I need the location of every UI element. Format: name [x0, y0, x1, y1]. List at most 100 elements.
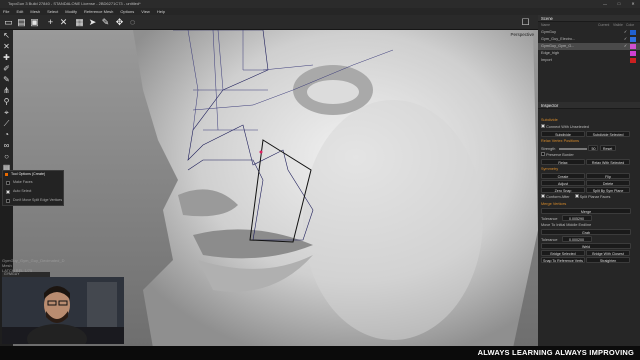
lasso-icon[interactable]: ◌: [127, 17, 138, 28]
grid-icon[interactable]: ▦: [74, 17, 85, 28]
connect-unselected-option[interactable]: Connect With Unselected: [538, 124, 640, 131]
save-icon[interactable]: ▣: [29, 17, 40, 28]
scene-item[interactable]: Gym_Guy_Electro... ✓: [538, 36, 640, 43]
scene-item-selected[interactable]: GymGuy_Gym_G... ✓: [538, 43, 640, 50]
merge-button[interactable]: Merge: [541, 208, 631, 214]
circle-tool-icon[interactable]: ○: [0, 151, 13, 162]
grab-row: Grab: [538, 229, 640, 236]
move-middle-option[interactable]: Middle: [566, 223, 577, 227]
menu-edit[interactable]: Edit: [16, 8, 23, 15]
split-planar-checkbox[interactable]: [574, 194, 579, 198]
pen-tool-icon[interactable]: ✐: [0, 63, 13, 74]
brush-tool-icon[interactable]: ⚲: [0, 96, 13, 107]
menu-options[interactable]: Options: [120, 8, 134, 15]
color-swatch[interactable]: [630, 58, 636, 63]
loop-tool-icon[interactable]: ∞: [0, 140, 13, 151]
menu-select[interactable]: Select: [47, 8, 58, 15]
reset-button[interactable]: Reset: [599, 145, 616, 151]
delete-tool-icon[interactable]: ✕: [0, 41, 13, 52]
scene-item-label: GymGuy_Gym_G...: [541, 44, 575, 48]
adjust-button[interactable]: Adjust: [541, 180, 585, 186]
add-icon[interactable]: +: [45, 17, 56, 28]
menu-view[interactable]: View: [141, 8, 150, 15]
move-initial-option[interactable]: Initial: [556, 223, 565, 227]
tweak-tool-icon[interactable]: ⌖: [0, 107, 13, 118]
grab-button[interactable]: Grab: [541, 229, 631, 235]
relax-selected-button[interactable]: Relax With Selected: [586, 159, 631, 165]
select-tool-icon[interactable]: ↖: [0, 30, 13, 41]
relax-button[interactable]: Relax: [541, 159, 585, 165]
open-icon[interactable]: ▤: [16, 17, 27, 28]
tolerance2-value[interactable]: 0.000200: [561, 236, 592, 242]
scene-item[interactable]: Import: [538, 57, 640, 64]
menu-file[interactable]: File: [3, 8, 9, 15]
menu-mesh[interactable]: Mesh: [30, 8, 40, 15]
visible-check-icon[interactable]: ✓: [624, 36, 627, 43]
color-swatch[interactable]: [630, 37, 636, 42]
auto-select-option[interactable]: Auto Select: [3, 187, 63, 196]
tolerance-row: Tolerance 0.005290: [538, 215, 640, 222]
color-swatch[interactable]: [630, 44, 636, 49]
subdivide-selected-button[interactable]: Subdivide Selected: [586, 131, 631, 137]
snap-reference-button[interactable]: Snap To Reference Verts: [541, 257, 585, 263]
sculpt-tool-icon[interactable]: ◔: [0, 129, 13, 140]
connect-checkbox[interactable]: [541, 124, 545, 128]
title-bar: TopoGun 3 Build 27840 - STANDALONE Licen…: [0, 0, 640, 8]
bridge-selected-button[interactable]: Bridge Selected: [541, 250, 585, 256]
close-x-icon[interactable]: ✕: [58, 17, 69, 28]
tolerance-value[interactable]: 0.005290: [561, 215, 592, 221]
visible-check-icon[interactable]: ✓: [624, 29, 627, 36]
strength-slider[interactable]: [559, 148, 588, 150]
preserve-checkbox[interactable]: [541, 152, 545, 156]
bridge-tool-icon[interactable]: ⋔: [0, 85, 13, 96]
mesh-info: GymGuy_Gym_Guy_Decimated_D Mesh LATCH.BE…: [2, 258, 64, 273]
make-faces-checkbox[interactable]: [6, 180, 10, 185]
scene-item[interactable]: GymGuy ✓: [538, 29, 640, 36]
weld-button[interactable]: Weld: [541, 243, 631, 249]
scene-item-label: Import: [541, 58, 552, 62]
split-sym-plane-button[interactable]: Split By Sym Plane: [586, 187, 631, 193]
camera-label[interactable]: Perspective: [510, 32, 534, 37]
dont-move-split-checkbox[interactable]: [6, 198, 10, 203]
menu-help[interactable]: Help: [157, 8, 165, 15]
draw-tool-icon[interactable]: ✎: [0, 74, 13, 85]
color-swatch[interactable]: [630, 51, 636, 56]
preserve-label: Preserve Border: [546, 153, 574, 157]
move-endline-option[interactable]: Endline: [579, 223, 592, 227]
pointer-icon[interactable]: ➤: [87, 17, 98, 28]
streamer-image: [2, 277, 124, 344]
brush-icon[interactable]: ✎: [100, 17, 111, 28]
zero-snap-button[interactable]: Zero Snap: [541, 187, 585, 193]
minimize-button[interactable]: —: [598, 0, 612, 8]
dont-move-split-label: Don't Move Split Edge Vertices: [13, 198, 63, 202]
bridge-row: Bridge Selected Bridge With Closest: [538, 250, 640, 257]
subdivide-button[interactable]: Subdivide: [541, 131, 585, 137]
view-toggle-icon[interactable]: ☐: [520, 17, 531, 28]
col-current: Current: [598, 23, 610, 27]
weld-row: Weld: [538, 243, 640, 250]
maximize-button[interactable]: □: [612, 0, 626, 8]
scene-item[interactable]: Edge_high: [538, 50, 640, 57]
make-faces-option[interactable]: Make Faces: [3, 178, 63, 187]
straighten-button[interactable]: Straighten: [586, 257, 631, 263]
create-button[interactable]: Create: [541, 173, 585, 179]
color-swatch[interactable]: [630, 30, 636, 35]
dont-move-split-option[interactable]: Don't Move Split Edge Vertices: [3, 196, 63, 205]
create-tool-icon[interactable]: ✚: [0, 52, 13, 63]
subdivide-buttons: Subdivide Subdivide Selected: [538, 131, 640, 138]
new-file-icon[interactable]: ▭: [3, 17, 14, 28]
menu-reference-mesh[interactable]: Reference Mesh: [84, 8, 113, 15]
strength-value[interactable]: 50: [588, 145, 599, 151]
auto-select-checkbox[interactable]: [6, 189, 10, 194]
conform-after-checkbox[interactable]: [541, 194, 545, 198]
menu-modify[interactable]: Modify: [65, 8, 77, 15]
transform-icon[interactable]: ✥: [114, 17, 125, 28]
knife-tool-icon[interactable]: ⟋: [0, 118, 13, 129]
visible-check-icon[interactable]: ✓: [624, 43, 627, 50]
delete-button[interactable]: Delete: [586, 180, 631, 186]
close-button[interactable]: ✕: [626, 0, 640, 8]
bridge-closest-button[interactable]: Bridge With Closest: [586, 250, 631, 256]
scene-item-label: Gym_Guy_Electro...: [541, 37, 576, 41]
flip-button[interactable]: Flip: [586, 173, 631, 179]
preserve-border-option[interactable]: Preserve Border: [538, 152, 640, 159]
